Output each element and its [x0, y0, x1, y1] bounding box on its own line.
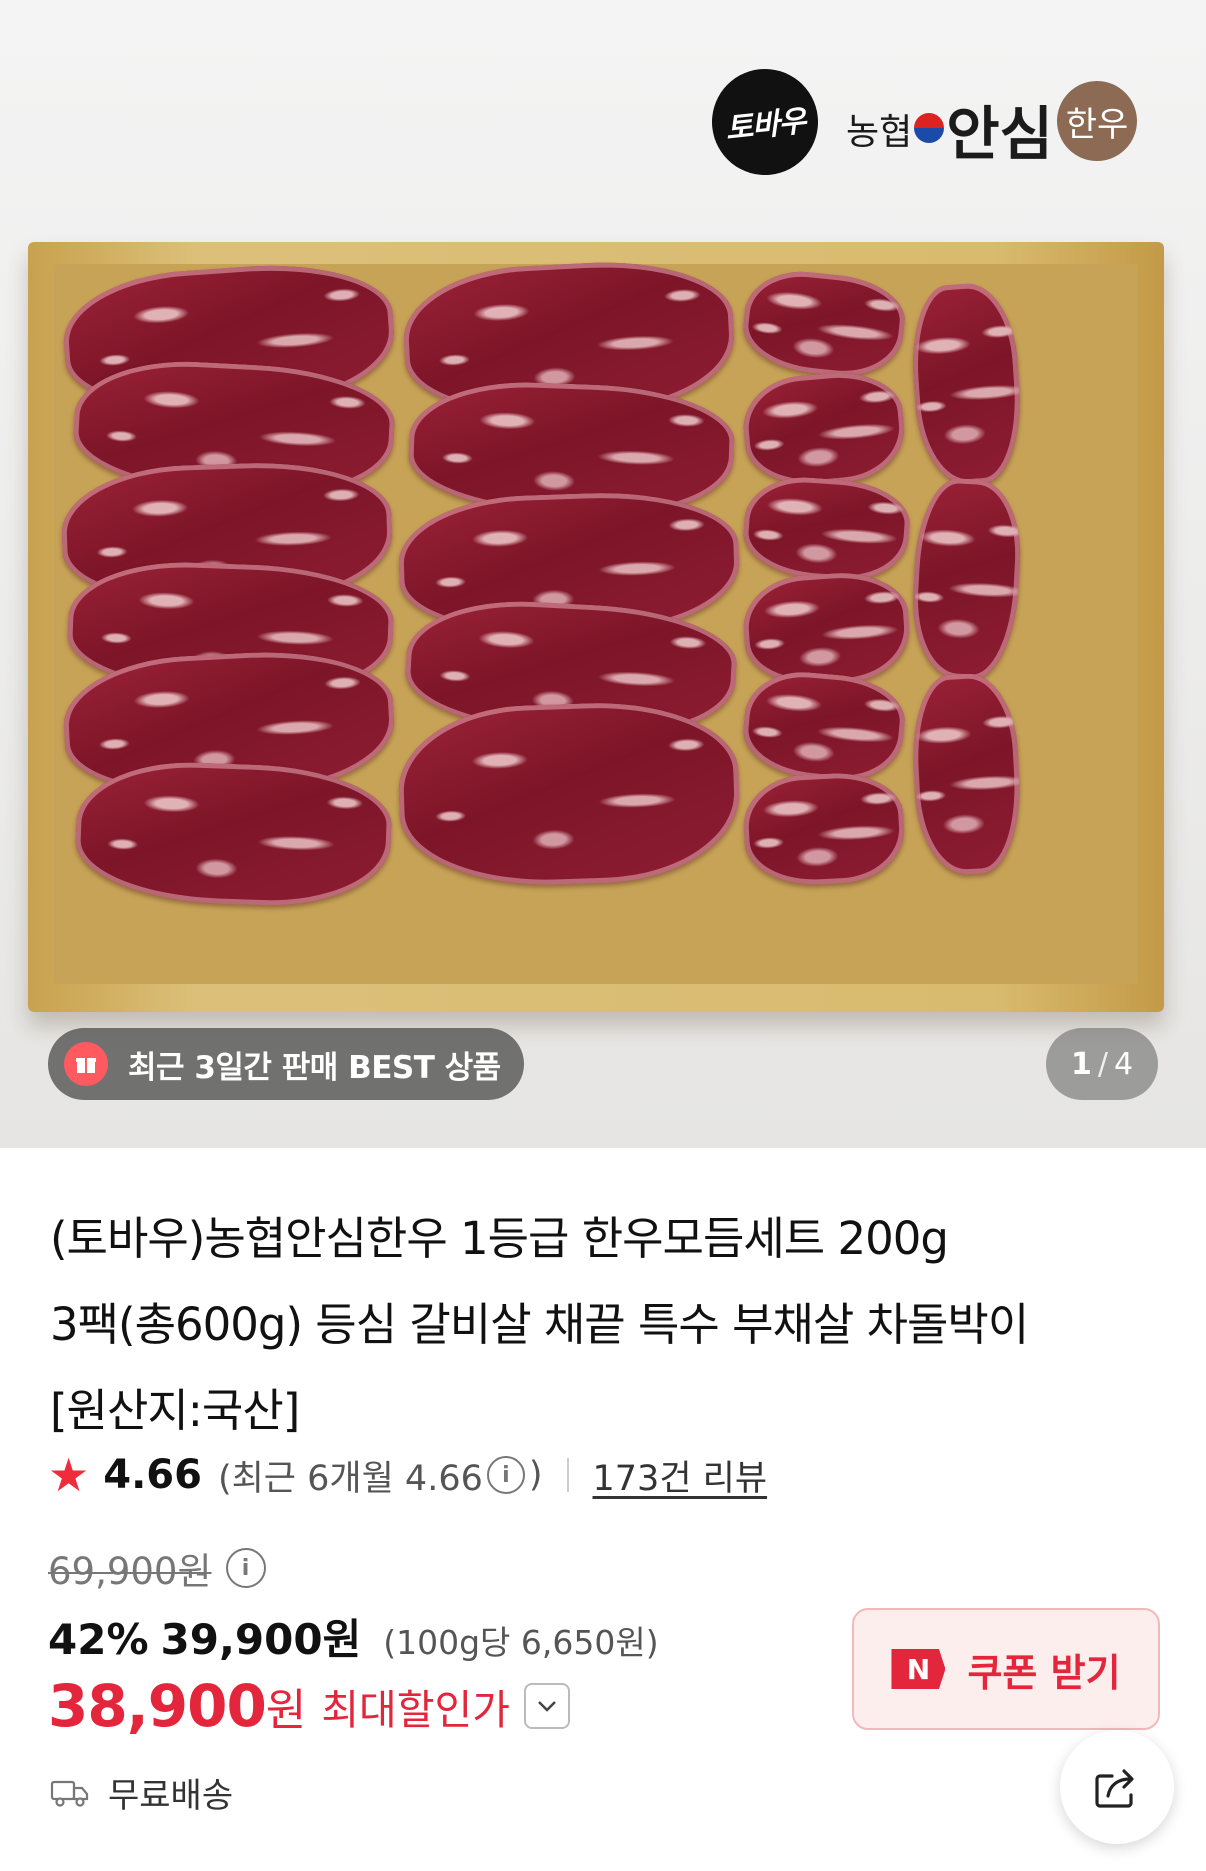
- share-button[interactable]: [1060, 1730, 1174, 1844]
- recent-rating-text: (최근 6개월 4.66: [217, 1458, 483, 1499]
- meat-slice: [739, 367, 909, 491]
- meat-slice: [739, 667, 909, 786]
- shipping-row: 무료배송: [50, 1768, 233, 1817]
- shipping-label: 무료배송: [108, 1776, 234, 1816]
- unit-price: (100g당 6,650원): [383, 1623, 659, 1662]
- page-total: 4: [1113, 1046, 1134, 1082]
- product-title-line: [원산지:국산]: [50, 1384, 300, 1437]
- meat-slice: [739, 265, 909, 383]
- brand-logo: 토바우 농협 안심 한우: [706, 62, 1137, 182]
- gift-icon: [64, 1042, 108, 1086]
- recent-rating-close: ): [528, 1455, 543, 1495]
- max-discount-row: 38,900 원 최대할인가: [48, 1672, 570, 1740]
- page-separator: /: [1097, 1046, 1108, 1082]
- truck-icon: [50, 1778, 90, 1808]
- share-icon: [1095, 1769, 1134, 1808]
- meat-slice: [740, 473, 913, 585]
- max-discount-expand-button[interactable]: [523, 1683, 570, 1729]
- meat-tray: [28, 242, 1164, 1012]
- best-seller-text: 최근 3일간 판매 BEST 상품: [128, 1049, 501, 1086]
- info-icon[interactable]: i: [486, 1456, 525, 1494]
- meat-slice: [908, 671, 1025, 877]
- sale-price: 39,900원: [160, 1615, 362, 1664]
- chevron-down-icon: [538, 1701, 556, 1712]
- brand-name-small: 농협: [846, 112, 913, 153]
- naver-n-icon: N: [891, 1649, 946, 1689]
- meat-slice: [395, 698, 743, 890]
- sale-price-row: 42% 39,900원 (100g당 6,650원): [48, 1606, 659, 1667]
- brand-emblem: 토바우: [706, 63, 824, 181]
- taeguk-icon: [914, 113, 945, 143]
- review-count-link[interactable]: 173건 리뷰: [593, 1450, 768, 1501]
- coupon-label: 쿠폰 받기: [967, 1650, 1121, 1695]
- meat-slice: [740, 568, 913, 690]
- recent-rating: (최근 6개월 4.66 i ): [218, 1450, 543, 1501]
- best-seller-badge: 최근 3일간 판매 BEST 상품: [48, 1028, 524, 1100]
- price-info-icon[interactable]: i: [225, 1548, 266, 1588]
- max-discount-label: 최대할인가: [321, 1686, 510, 1734]
- meat-slice: [907, 280, 1026, 488]
- product-title: (토바우)농협안심한우 1등급 한우모듬세트 200g 3팩(총600g) 등심…: [50, 1196, 1090, 1454]
- original-price: 69,900원: [48, 1550, 212, 1593]
- brand-name-big: 안심: [946, 100, 1053, 168]
- brand-emblem-text: 토바우: [723, 103, 807, 148]
- star-icon: ★: [48, 1448, 90, 1502]
- meat-slice: [741, 769, 907, 889]
- coupon-button[interactable]: N 쿠폰 받기: [852, 1608, 1160, 1730]
- product-image[interactable]: 토바우 농협 안심 한우 최근 3일간 판매 BEST 상품 1 / 4: [0, 0, 1206, 1148]
- page-current: 1: [1070, 1046, 1092, 1082]
- discount-percent: 42%: [48, 1615, 149, 1664]
- rating-row: ★ 4.66 (최근 6개월 4.66 i ) 173건 리뷰: [48, 1447, 767, 1503]
- divider: [566, 1458, 569, 1492]
- max-discount-unit: 원: [265, 1685, 306, 1736]
- image-page-indicator: 1 / 4: [1046, 1028, 1158, 1100]
- product-title-line: 3팩(총600g) 등심 갈비살 채끝 특수 부채살 차돌박이: [50, 1298, 1029, 1351]
- rating-score: 4.66: [103, 1452, 202, 1498]
- brand-name-badge: 한우: [1056, 81, 1137, 161]
- meat-slice: [73, 758, 394, 910]
- tray-inner: [54, 255, 1138, 984]
- product-title-line: (토바우)농협안심한우 1등급 한우모듬세트 200g: [50, 1212, 949, 1265]
- original-price-row: 69,900원 i: [48, 1541, 270, 1595]
- meat-slice: [908, 476, 1025, 682]
- max-discount-price: 38,900: [48, 1672, 267, 1740]
- brand-wordmark: 농협 안심 한우: [846, 81, 1137, 163]
